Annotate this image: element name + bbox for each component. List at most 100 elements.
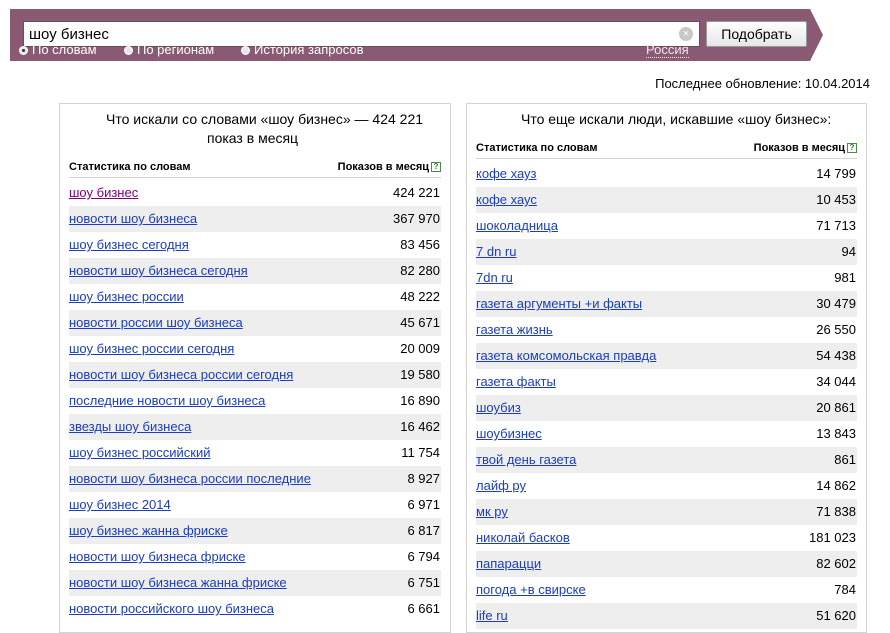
keyword-link[interactable]: новости россии шоу бизнеса: [69, 315, 243, 330]
tab-by-words-label: По словам: [32, 42, 97, 57]
impressions-count: 20 861: [816, 400, 856, 415]
banner-arrow: [810, 9, 823, 61]
words-stats-panel: Что искали со словами «шоу бизнес» — 424…: [59, 103, 451, 633]
impressions-count: 16 890: [400, 393, 440, 408]
table-row: газета жизнь 26 550: [476, 317, 857, 343]
table-row: шоу бизнес 2014 6 971: [69, 492, 441, 518]
tab-by-regions[interactable]: По регионам: [124, 43, 214, 57]
keyword-link[interactable]: шоу бизнес 2014: [69, 497, 171, 512]
keyword-link[interactable]: шоу бизнес россии сегодня: [69, 341, 234, 356]
keyword-link[interactable]: погода +в свирске: [476, 582, 586, 597]
keyword-link[interactable]: шоу бизнес сегодня: [69, 237, 189, 252]
impressions-count: 19 580: [400, 367, 440, 382]
impressions-count: 94: [841, 244, 856, 259]
impressions-count: 54 438: [816, 348, 856, 363]
keyword-link[interactable]: новости шоу бизнеса россии сегодня: [69, 367, 293, 382]
table-row: погода +в свирске 784: [476, 577, 857, 603]
keyword-link[interactable]: шоу бизнес: [69, 185, 138, 200]
table-row: газета аргументы +и факты 30 479: [476, 291, 857, 317]
keyword-link[interactable]: звезды шоу бизнеса: [69, 419, 191, 434]
keyword-link[interactable]: газета факты: [476, 374, 556, 389]
keyword-link[interactable]: шоу бизнес российский: [69, 445, 211, 460]
count-column-label: Показов в месяц: [753, 142, 845, 154]
column-header: Статистика по словам Показов в месяц?: [476, 142, 857, 159]
table-row: шоу бизнес сегодня 83 456: [69, 232, 441, 258]
keyword-link[interactable]: лайф ру: [476, 478, 526, 493]
keyword-link[interactable]: новости шоу бизнеса россии последние: [69, 471, 311, 486]
count-column-header: Показов в месяц?: [754, 142, 857, 154]
keyword-link[interactable]: life ru: [476, 608, 508, 623]
keyword-link[interactable]: папарацци: [476, 556, 541, 571]
keyword-link[interactable]: новости шоу бизнеса фриске: [69, 549, 246, 564]
radio-icon[interactable]: [124, 46, 133, 55]
keyword-link[interactable]: кофе хауз: [476, 166, 537, 181]
table-row: шоу бизнес 424 221: [69, 180, 441, 206]
table-row: кофе хауз 14 799: [476, 161, 857, 187]
impressions-count: 13 843: [816, 426, 856, 441]
impressions-count: 20 009: [400, 341, 440, 356]
impressions-count: 83 456: [400, 237, 440, 252]
impressions-count: 30 479: [816, 296, 856, 311]
table-row: life ru 51 620: [476, 603, 857, 629]
panel-title: Что еще искали люди, искавшие «шоу бизне…: [521, 111, 832, 127]
related-keyword-list: кофе хауз 14 799 кофе хаус 10 453 шоколадниц…: [476, 161, 857, 629]
table-row: новости россии шоу бизнеса 45 671: [69, 310, 441, 336]
keyword-link[interactable]: мк ру: [476, 504, 508, 519]
help-icon[interactable]: ?: [431, 162, 441, 172]
impressions-count: 51 620: [816, 608, 856, 623]
table-row: шоколадница 71 713: [476, 213, 857, 239]
impressions-count: 82 280: [400, 263, 440, 278]
keyword-link[interactable]: николай басков: [476, 530, 570, 545]
keyword-link[interactable]: новости шоу бизнеса: [69, 211, 197, 226]
keyword-link[interactable]: шоу бизнес россии: [69, 289, 184, 304]
table-row: шоубизнес 13 843: [476, 421, 857, 447]
clear-icon[interactable]: ×: [679, 27, 693, 41]
table-row: новости шоу бизнеса жанна фриске 6 751: [69, 570, 441, 596]
table-row: шоу бизнес россии 48 222: [69, 284, 441, 310]
keyword-link[interactable]: последние новости шоу бизнеса: [69, 393, 265, 408]
tab-query-history-label: История запросов: [254, 42, 364, 57]
keyword-link[interactable]: шоколадница: [476, 218, 558, 233]
impressions-count: 16 462: [400, 419, 440, 434]
panel-title: Что искали со словами «шоу бизнес» — 424…: [106, 111, 424, 127]
search-input[interactable]: [29, 25, 669, 43]
impressions-count: 71 838: [816, 504, 856, 519]
impressions-count: 981: [834, 270, 856, 285]
count-column-label: Показов в месяц: [337, 161, 429, 173]
keyword-column-header: Статистика по словам: [69, 161, 191, 173]
table-row: кофе хаус 10 453: [476, 187, 857, 213]
tab-query-history[interactable]: История запросов: [241, 43, 364, 57]
tab-by-regions-label: По регионам: [137, 42, 215, 57]
keyword-link[interactable]: новости шоу бизнеса сегодня: [69, 263, 248, 278]
table-row: новости шоу бизнеса фриске 6 794: [69, 544, 441, 570]
last-updated: Последнее обновление: 10.04.2014: [655, 76, 870, 91]
impressions-count: 6 751: [407, 575, 440, 590]
keyword-link[interactable]: кофе хаус: [476, 192, 537, 207]
impressions-count: 34 044: [816, 374, 856, 389]
keyword-link[interactable]: газета аргументы +и факты: [476, 296, 642, 311]
keyword-link[interactable]: шоубиз: [476, 400, 521, 415]
keyword-link[interactable]: шоубизнес: [476, 426, 542, 441]
table-row: новости шоу бизнеса россии сегодня 19 580: [69, 362, 441, 388]
keyword-link[interactable]: твой день газета: [476, 452, 576, 467]
impressions-count: 82 602: [816, 556, 856, 571]
keyword-link[interactable]: шоу бизнес жанна фриске: [69, 523, 228, 538]
table-row: 7dn ru 981: [476, 265, 857, 291]
keyword-link[interactable]: 7dn ru: [476, 270, 513, 285]
keyword-link[interactable]: газета комсомольская правда: [476, 348, 656, 363]
keyword-link[interactable]: новости российского шоу бизнеса: [69, 601, 274, 616]
keyword-link[interactable]: новости шоу бизнеса жанна фриске: [69, 575, 287, 590]
submit-button[interactable]: Подобрать: [706, 21, 807, 47]
help-icon[interactable]: ?: [847, 143, 857, 153]
region-link[interactable]: Россия: [646, 42, 689, 58]
impressions-count: 14 862: [816, 478, 856, 493]
impressions-count: 26 550: [816, 322, 856, 337]
impressions-count: 861: [834, 452, 856, 467]
radio-selected-icon[interactable]: [19, 46, 28, 55]
keyword-link[interactable]: 7 dn ru: [476, 244, 516, 259]
radio-icon[interactable]: [241, 46, 250, 55]
keyword-column-header: Статистика по словам: [476, 142, 598, 154]
keyword-link[interactable]: газета жизнь: [476, 322, 553, 337]
tab-by-words[interactable]: По словам: [19, 43, 97, 57]
impressions-count: 6 971: [407, 497, 440, 512]
